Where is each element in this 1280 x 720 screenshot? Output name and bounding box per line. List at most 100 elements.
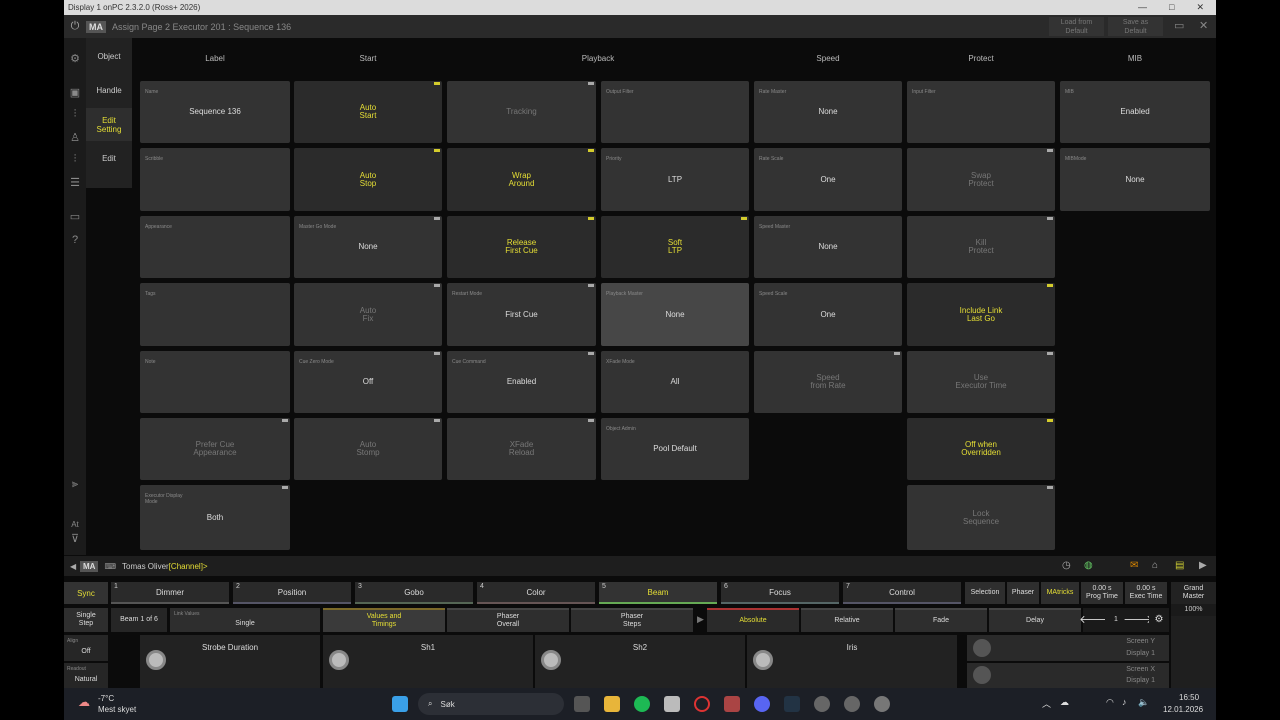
sliders-icon[interactable]: ⫶ [64, 153, 86, 166]
cell-rate-scale[interactable]: Rate Scale One [754, 148, 902, 211]
gear-icon[interactable]: ⚙ [64, 52, 86, 65]
grand-master-button[interactable]: Grand Master [1171, 582, 1216, 604]
toggle-auto-stomp[interactable]: Auto Stomp [294, 418, 442, 480]
page-left-arrow-icon[interactable]: 🡐 [1079, 608, 1109, 632]
cell-mib[interactable]: MIB Enabled [1060, 81, 1210, 143]
filter-icon[interactable]: ⊽ [64, 532, 86, 545]
screen-y-knob-icon[interactable] [973, 639, 991, 657]
toggle-use-executor-time[interactable]: Use Executor Time [907, 351, 1055, 413]
command-prompt[interactable]: [Channel]> [169, 562, 208, 571]
clock-icon[interactable]: ◷ [1062, 560, 1071, 571]
cell-priority[interactable]: Priority LTP [601, 148, 749, 211]
save-default-button[interactable]: Save as Default [1108, 17, 1163, 36]
preset-control[interactable]: 7 Control [843, 582, 961, 604]
task-view-icon[interactable] [574, 696, 590, 712]
toggle-xfade-reload[interactable]: XFade Reload [447, 418, 596, 480]
ma-app-2-icon[interactable] [844, 696, 860, 712]
tray-chevron-icon[interactable]: ︿ [1042, 697, 1051, 710]
phaser-overall-button[interactable]: Phaser Overall [447, 608, 569, 632]
toggle-off-when-overridden[interactable]: Off when Overridden [907, 418, 1055, 480]
fader-settings-icon[interactable]: ⫸ [64, 478, 86, 491]
align-button[interactable]: Align Off [64, 635, 108, 661]
power-icon[interactable]: ⏻ [64, 20, 86, 33]
toggle-wrap-around[interactable]: Wrap Around [447, 148, 596, 211]
weather-icon[interactable]: ☁ [78, 695, 90, 709]
cell-appearance[interactable]: Appearance [140, 216, 290, 278]
screen-x-knob-icon[interactable] [973, 666, 991, 684]
user-icon[interactable]: ♙ [64, 131, 86, 144]
cell-speed-scale[interactable]: Speed Scale One [754, 283, 902, 346]
ma-app-icon[interactable] [814, 696, 830, 712]
encoder-sh1[interactable]: Sh1 [323, 635, 533, 688]
toggle-auto-fix[interactable]: Auto Fix [294, 283, 442, 346]
toggle-auto-start[interactable]: Auto Start [294, 81, 442, 143]
relative-button[interactable]: Relative [801, 608, 893, 632]
values-timings-button[interactable]: Values and Timings [323, 608, 445, 632]
tab-object[interactable]: Object [86, 40, 132, 73]
encoder-knob-icon[interactable] [753, 650, 773, 670]
spotify-icon[interactable] [634, 696, 650, 712]
toggle-kill-protect[interactable]: Kill Protect [907, 216, 1055, 278]
sync-button[interactable]: Sync [64, 582, 108, 604]
opera-icon[interactable] [694, 696, 710, 712]
preset-position[interactable]: 2 Position [233, 582, 351, 604]
file-explorer-icon[interactable] [604, 696, 620, 712]
cloud-icon[interactable]: ☁ [1060, 697, 1069, 708]
clock-time[interactable]: 16:50 [1179, 693, 1199, 702]
chrome-icon[interactable] [874, 696, 890, 712]
cell-input-filter[interactable]: Input Filter [907, 81, 1055, 143]
display-icon[interactable]: ▭ [1174, 19, 1184, 32]
weather-temp[interactable]: -7°C [98, 694, 114, 703]
tree-icon[interactable]: ⌂ [1152, 560, 1158, 571]
encoder-knob-icon[interactable] [541, 650, 561, 670]
selection-button[interactable]: Selection [965, 582, 1005, 604]
toggle-include-link-last-go[interactable]: Include Link Last Go [907, 283, 1055, 346]
cell-output-filter[interactable]: Output Filter [601, 81, 749, 143]
toggle-soft-ltp[interactable]: Soft LTP [601, 216, 749, 278]
preset-beam[interactable]: 5 Beam [599, 582, 717, 604]
toggle-auto-stop[interactable]: Auto Stop [294, 148, 442, 211]
preset-focus[interactable]: 6 Focus [721, 582, 839, 604]
clock-date[interactable]: 12.01.2026 [1163, 705, 1203, 714]
keyboard-icon[interactable]: ⌨ [104, 562, 116, 571]
left-arrow-icon[interactable]: ◀ [70, 562, 76, 571]
mic-icon[interactable]: ♪ [1122, 697, 1127, 707]
load-default-button[interactable]: Load from Default [1049, 17, 1104, 36]
cell-cue-command[interactable]: Cue Command Enabled [447, 351, 596, 413]
fade-button[interactable]: Fade [895, 608, 987, 632]
grid-icon[interactable]: ▤ [1175, 560, 1184, 571]
faders-icon[interactable]: ⫶ [64, 108, 86, 121]
screen-x-encoder[interactable]: Screen X Display 1 [967, 663, 1169, 688]
phaser-steps-button[interactable]: Phaser Steps [571, 608, 693, 632]
prog-time-button[interactable]: 0.00 s Prog Time [1081, 582, 1123, 604]
cell-mib-mode[interactable]: MIBMode None [1060, 148, 1210, 211]
encoder-knob-icon[interactable] [146, 650, 166, 670]
cell-cue-zero-mode[interactable]: Cue Zero Mode Off [294, 351, 442, 413]
tab-edit[interactable]: Edit [86, 142, 132, 175]
maximize-button[interactable]: □ [1169, 2, 1174, 13]
cell-note[interactable]: Note [140, 351, 290, 413]
tab-handle[interactable]: Handle [86, 74, 132, 107]
volume-icon[interactable]: 🔈 [1138, 697, 1149, 708]
toggle-prefer-cue-appearance[interactable]: Prefer Cue Appearance [140, 418, 290, 480]
grand-master-fader[interactable] [1171, 616, 1216, 688]
preset-dimmer[interactable]: 1 Dimmer [111, 582, 229, 604]
toggle-release-first-cue[interactable]: Release First Cue [447, 216, 596, 278]
cell-name[interactable]: Name Sequence 136 [140, 81, 290, 143]
discord-icon[interactable] [754, 696, 770, 712]
link-values-button[interactable]: Link Values Single [170, 608, 320, 632]
minimize-button[interactable]: — [1138, 2, 1147, 13]
windows-start-icon[interactable] [392, 696, 408, 712]
encoder-iris[interactable]: Iris [747, 635, 957, 688]
tab-edit-setting[interactable]: Edit Setting [86, 108, 132, 141]
encoder-strobe-duration[interactable]: Strobe Duration [140, 635, 320, 688]
encoder-knob-icon[interactable] [329, 650, 349, 670]
play-icon[interactable]: ▶ [1199, 560, 1207, 571]
cell-speed-master[interactable]: Speed Master None [754, 216, 902, 278]
close-icon[interactable]: ✕ [1199, 19, 1208, 32]
toggle-lock-sequence[interactable]: Lock Sequence [907, 485, 1055, 550]
readout-button[interactable]: Readout Natural [64, 663, 108, 688]
phaser-button[interactable]: Phaser [1007, 582, 1039, 604]
toggle-tracking[interactable]: Tracking [447, 81, 596, 143]
monitor-icon[interactable]: ▭ [64, 210, 86, 223]
